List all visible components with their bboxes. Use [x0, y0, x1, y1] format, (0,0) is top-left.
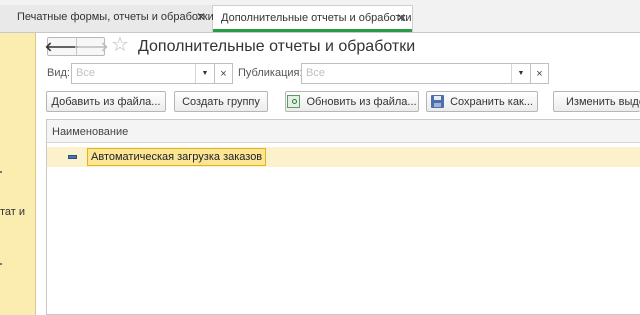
close-icon[interactable]: ✕ — [196, 5, 206, 30]
tab-label: Дополнительные отчеты и обработки — [221, 12, 412, 24]
favorite-star-icon[interactable]: ☆ — [111, 34, 129, 56]
button-label: Добавить из файла... — [51, 95, 161, 108]
button-label: Создать группу — [182, 95, 260, 108]
table-row[interactable]: Автоматическая загрузка заказов — [47, 147, 640, 167]
update-from-file-button[interactable]: Обновить из файла... — [285, 91, 419, 112]
tab-additional-reports[interactable]: Дополнительные отчеты и обработки ✕ — [213, 5, 413, 32]
vid-clear-icon[interactable]: × — [214, 63, 233, 84]
add-from-file-button[interactable]: Добавить из файла... — [46, 91, 166, 112]
vid-label: Вид: — [47, 67, 70, 79]
publication-label: Публикация: — [238, 67, 303, 79]
navigation-buttons: 🡐 🡒 — [45, 37, 109, 56]
button-label: Обновить из файла... — [306, 95, 417, 108]
publication-clear-icon[interactable]: × — [530, 63, 549, 84]
vid-select[interactable]: Все ▼ — [71, 63, 215, 84]
refresh-icon — [287, 95, 301, 108]
button-label: Изменить выделенные — [566, 95, 640, 108]
report-item-icon — [68, 155, 77, 159]
save-as-button[interactable]: Сохранить как... — [426, 91, 538, 112]
close-icon[interactable]: ✕ — [396, 6, 406, 31]
sections-panel: тат и — [0, 33, 36, 315]
button-label: Сохранить как... — [450, 95, 533, 108]
dropdown-arrow-icon[interactable]: ▼ — [511, 64, 530, 83]
tab-print-forms[interactable]: Печатные формы, отчеты и обработки ✕ — [0, 5, 214, 32]
selected-cell[interactable]: Автоматическая загрузка заказов — [87, 148, 267, 166]
save-icon — [431, 95, 445, 108]
reports-table[interactable]: Наименование Автоматическая загрузка зак… — [46, 119, 640, 315]
tab-label: Печатные формы, отчеты и обработки — [17, 11, 214, 23]
forward-arrow-icon[interactable]: 🡒 — [74, 38, 109, 55]
tab-bar: Печатные формы, отчеты и обработки ✕ Доп… — [0, 0, 640, 33]
publication-select[interactable]: Все ▼ — [301, 63, 531, 84]
active-tab-indicator — [213, 29, 412, 32]
page-title: Дополнительные отчеты и обработки — [138, 38, 416, 55]
vid-placeholder: Все — [76, 67, 95, 79]
dropdown-arrow-icon[interactable]: ▼ — [195, 64, 214, 83]
create-group-button[interactable]: Создать группу — [174, 91, 268, 112]
publication-placeholder: Все — [306, 67, 325, 79]
table-header: Наименование — [47, 120, 640, 143]
sidebar-bullet — [0, 263, 2, 265]
column-header-name[interactable]: Наименование — [52, 126, 128, 138]
sidebar-item-label[interactable]: тат и — [0, 206, 25, 218]
sidebar-bullet — [0, 171, 2, 173]
change-selected-button[interactable]: Изменить выделенные — [553, 91, 640, 112]
